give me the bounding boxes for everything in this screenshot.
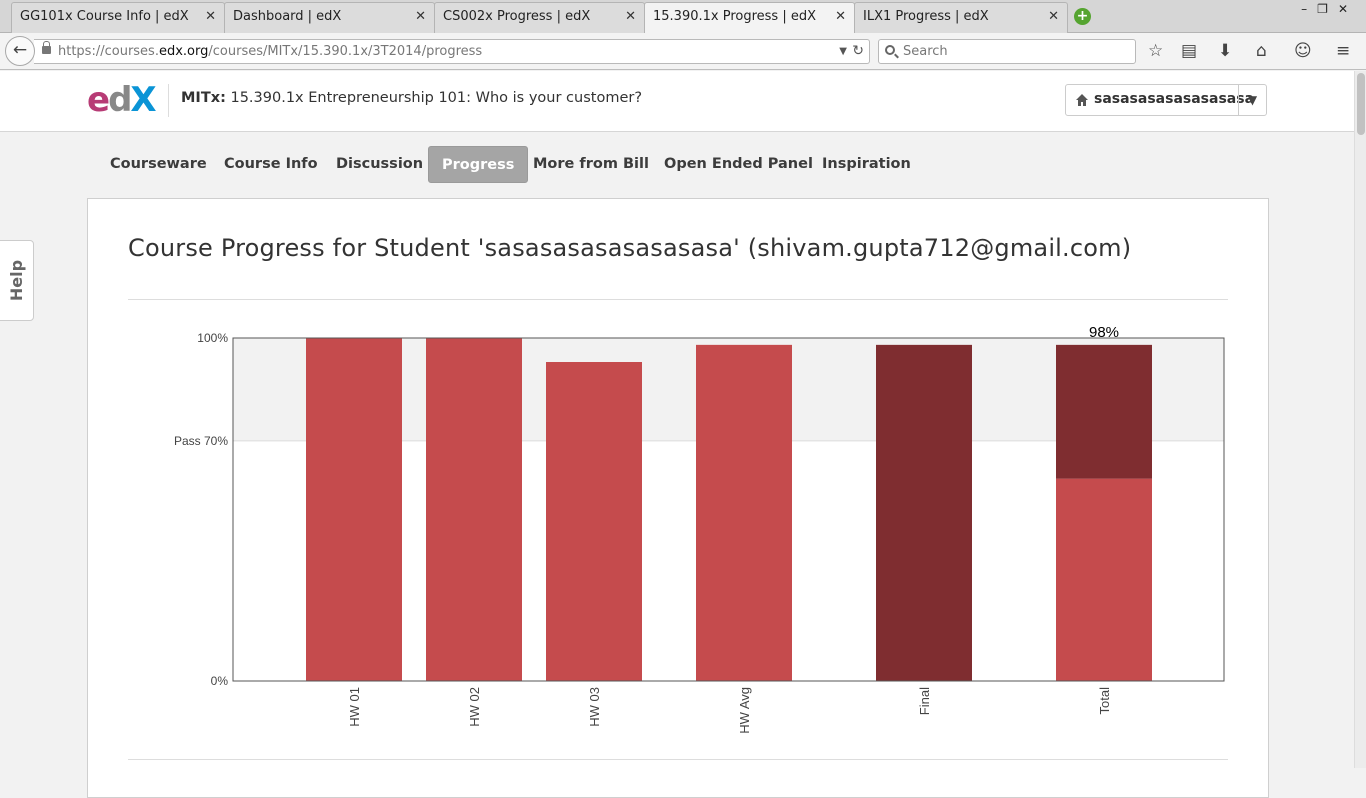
course-title: MITx: 15.390.1x Entrepreneurship 101: Wh… bbox=[181, 90, 643, 106]
site-header: edX MITx: 15.390.1x Entrepreneurship 101… bbox=[0, 71, 1354, 132]
grade-chart: HW 01 HW 02 HW 03 HW Avg Final98%Total100%Pa… bbox=[174, 324, 1225, 734]
close-icon[interactable]: ✕ bbox=[835, 3, 846, 31]
bar bbox=[306, 338, 402, 681]
tab-course-info[interactable]: Course Info bbox=[211, 146, 331, 183]
y-tick-label: 100% bbox=[197, 331, 228, 345]
url-text: https://courses.edx.org/courses/MITx/15.… bbox=[58, 44, 483, 59]
close-window-icon[interactable]: ✕ bbox=[1338, 2, 1358, 16]
search-placeholder: Search bbox=[903, 44, 948, 59]
reload-icon[interactable]: ↻ bbox=[852, 40, 864, 63]
y-tick-label: 0% bbox=[211, 674, 229, 688]
x-tick-label: HW Avg bbox=[737, 687, 752, 734]
browser-tab-active[interactable]: 15.390.1x Progress | edX ✕ bbox=[644, 2, 855, 34]
bar-total-final bbox=[1056, 344, 1152, 479]
bar bbox=[696, 344, 792, 681]
tab-more-from-bill[interactable]: More from Bill bbox=[520, 146, 662, 183]
reading-list-icon[interactable]: ▤ bbox=[1181, 41, 1197, 61]
close-icon[interactable]: ✕ bbox=[625, 3, 636, 31]
browser-tab[interactable]: CS002x Progress | edX ✕ bbox=[434, 2, 645, 33]
home-icon[interactable]: ⌂ bbox=[1256, 41, 1267, 61]
browser-tab[interactable]: Dashboard | edX ✕ bbox=[224, 2, 435, 33]
edx-logo[interactable]: edX bbox=[87, 83, 157, 117]
minimize-icon[interactable]: – bbox=[1301, 2, 1317, 16]
menu-icon[interactable]: ≡ bbox=[1336, 41, 1350, 61]
tab-open-ended-panel[interactable]: Open Ended Panel bbox=[651, 146, 826, 183]
help-tab[interactable]: Help bbox=[0, 240, 34, 321]
lock-icon bbox=[42, 41, 51, 54]
tab-title: ILX1 Progress | edX bbox=[863, 9, 989, 24]
bar bbox=[876, 344, 972, 681]
divider bbox=[128, 759, 1228, 760]
close-icon[interactable]: ✕ bbox=[1048, 3, 1059, 31]
user-menu[interactable]: sasasasasasasasasa ▼ bbox=[1065, 84, 1267, 116]
x-tick-label: HW 03 bbox=[587, 687, 602, 727]
tab-courseware[interactable]: Courseware bbox=[97, 146, 220, 183]
y-tick-label: Pass 70% bbox=[174, 434, 228, 448]
search-icon bbox=[885, 45, 895, 55]
home-icon bbox=[1076, 94, 1088, 106]
tab-title: CS002x Progress | edX bbox=[443, 9, 591, 24]
tab-title: Dashboard | edX bbox=[233, 9, 342, 24]
window-controls: –❐✕ bbox=[1301, 2, 1358, 16]
x-tick-label: Total bbox=[1097, 687, 1112, 715]
close-icon[interactable]: ✕ bbox=[205, 3, 216, 31]
search-input[interactable]: Search bbox=[878, 39, 1136, 64]
username[interactable]: sasasasasasasasasa bbox=[1094, 91, 1254, 107]
restore-icon[interactable]: ❐ bbox=[1317, 2, 1338, 16]
tab-discussion[interactable]: Discussion bbox=[323, 146, 436, 183]
new-tab-button[interactable]: + bbox=[1074, 8, 1091, 25]
scrollbar[interactable] bbox=[1354, 71, 1366, 768]
back-button[interactable]: ← bbox=[5, 36, 35, 66]
scrollbar-thumb[interactable] bbox=[1357, 73, 1365, 135]
browser-tab[interactable]: GG101x Course Info | edX ✕ bbox=[11, 2, 225, 33]
bar bbox=[546, 362, 642, 681]
browser-tab[interactable]: ILX1 Progress | edX ✕ bbox=[854, 2, 1068, 33]
close-icon[interactable]: ✕ bbox=[415, 3, 426, 31]
progress-card: Course Progress for Student 'sasasasasas… bbox=[87, 198, 1269, 798]
chat-icon[interactable]: ☺ bbox=[1294, 41, 1312, 61]
download-icon[interactable]: ⬇ bbox=[1218, 41, 1232, 61]
x-tick-label: Final bbox=[917, 687, 932, 715]
tab-title: 15.390.1x Progress | edX bbox=[653, 9, 816, 24]
browser-tab-strip: GG101x Course Info | edX ✕ Dashboard | e… bbox=[0, 0, 1366, 34]
tab-progress[interactable]: Progress bbox=[428, 146, 529, 183]
x-tick-label: HW 01 bbox=[347, 687, 362, 727]
tab-inspiration[interactable]: Inspiration bbox=[809, 146, 924, 183]
bar bbox=[426, 338, 522, 681]
url-bar[interactable]: https://courses.edx.org/courses/MITx/15.… bbox=[34, 39, 870, 64]
bookmark-star-icon[interactable]: ☆ bbox=[1148, 41, 1163, 61]
x-tick-label: HW 02 bbox=[467, 687, 482, 727]
header-divider bbox=[168, 84, 169, 117]
bar-total-homework bbox=[1056, 478, 1152, 681]
help-label: Help bbox=[7, 259, 27, 302]
browser-navbar: https://courses.edx.org/courses/MITx/15.… bbox=[0, 33, 1366, 70]
url-dropdown-icon[interactable]: ▼ bbox=[839, 40, 847, 63]
tab-title: GG101x Course Info | edX bbox=[20, 9, 189, 24]
chevron-down-icon[interactable]: ▼ bbox=[1238, 85, 1266, 115]
